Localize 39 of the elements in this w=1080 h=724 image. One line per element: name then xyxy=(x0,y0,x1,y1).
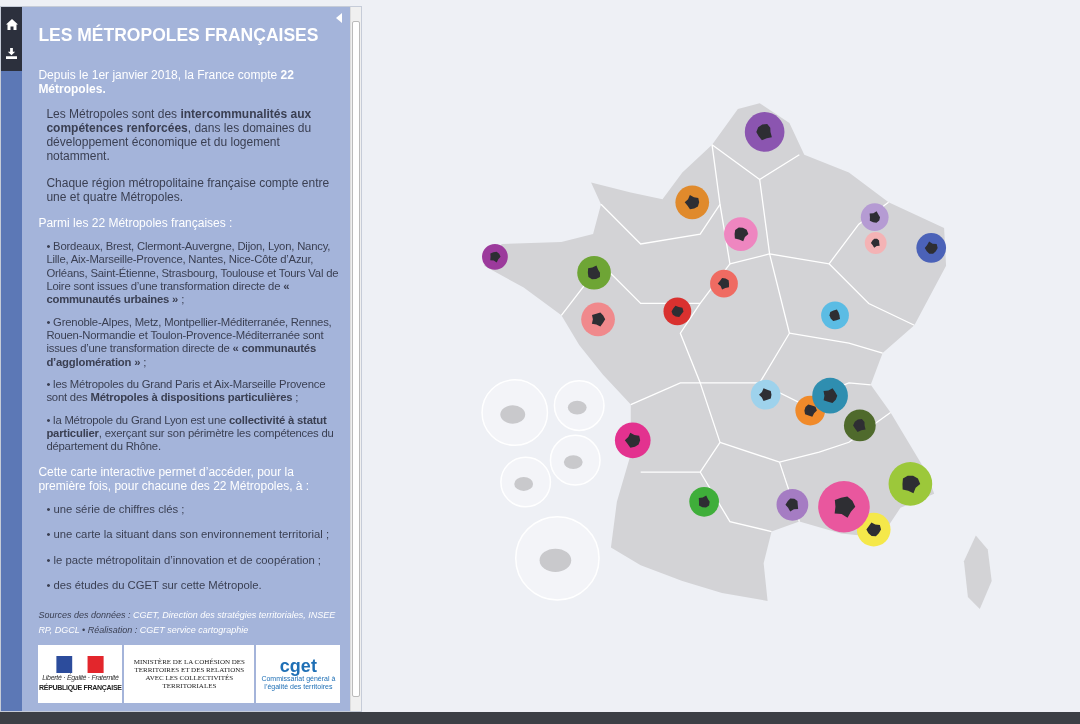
metropole-marker[interactable] xyxy=(776,488,809,521)
access-heading: Cette carte interactive permet d’accéder, pour la première fois, pour chacune des 22 Métropoles, à : xyxy=(38,464,311,493)
paragraph: Les Métropoles sont des intercommunalités aux compétences renforcées, dans les domaines du développement économique et du logement notamment. xyxy=(45,106,313,164)
panel-title: LES MÉTROPOLES FRANÇAISES xyxy=(38,25,320,46)
paragraph: Chaque région métropolitaine française compte entre une et quatre Métropoles. xyxy=(45,175,331,204)
metropole-marker[interactable] xyxy=(710,269,738,298)
metropole-marker[interactable] xyxy=(864,232,887,254)
sources-text: Sources des données : CGET, Direction des stratégies territoriales, INSEE RP, DGCL • Réalisation : CGET service cartographie xyxy=(38,609,337,637)
metropole-marker[interactable] xyxy=(812,377,848,414)
metropole-marker[interactable] xyxy=(663,297,692,326)
list-item: • une carte la situant dans son environnement territorial ; xyxy=(45,528,331,542)
metropole-marker[interactable] xyxy=(843,409,876,442)
list-item: • la Métropole du Grand Lyon est une collectivité à statut particulier, exerçant sur son périmètre les compétences du département du Rhône. xyxy=(45,413,335,454)
metropole-marker[interactable] xyxy=(723,217,758,251)
list-item: • des études du CGET sur cette Métropole. xyxy=(45,578,263,593)
flag-icon xyxy=(56,656,105,674)
metropole-marker[interactable] xyxy=(821,301,849,330)
intro-text: Depuis le 1er janvier 2018, la France compte 22 Métropoles. xyxy=(38,67,295,96)
metropole-marker[interactable] xyxy=(916,233,947,263)
metropole-marker[interactable] xyxy=(818,480,870,533)
home-icon[interactable] xyxy=(5,19,18,30)
list-item: • les Métropoles du Grand Paris et Aix-Marseille Provence sont des Métropoles à dispositions particulières ; xyxy=(45,378,327,405)
metropole-marker[interactable] xyxy=(750,379,781,410)
metropole-marker[interactable] xyxy=(744,112,785,152)
list-item: • le pacte métropolitain d’innovation et de coopération ; xyxy=(45,553,322,567)
metropole-marker[interactable] xyxy=(581,302,615,337)
scrollbar[interactable] xyxy=(350,7,361,711)
metropole-marker[interactable] xyxy=(614,422,651,459)
metropole-marker[interactable] xyxy=(888,462,933,506)
download-icon[interactable] xyxy=(6,48,18,59)
metropole-marker[interactable] xyxy=(577,255,611,290)
metropole-marker[interactable] xyxy=(860,203,889,232)
metropole-marker[interactable] xyxy=(482,244,508,270)
list-item: • une série de chiffres clés ; xyxy=(45,502,186,517)
metropole-marker[interactable] xyxy=(689,486,719,517)
list-item: • Grenoble-Alpes, Metz, Montpellier-Méditerranée, Rennes, Rouen-Normandie et Toulon-Provence-Méditerranée sont issues d’une transformation directe de « communautés d’agglomération » ; xyxy=(45,315,333,369)
list-heading: Parmi les 22 Métropoles françaises : xyxy=(38,215,234,231)
metropole-marker[interactable] xyxy=(675,185,710,220)
list-item: • Bordeaux, Brest, Clermont-Auvergne, Dijon, Lyon, Nancy, Lille, Aix-Marseille-Provence, Nantes, Nice-Côte d’Azur, Orléans, Saint-Étienne, Strasbourg, Toulouse et Tours Val de Loire sont issues d’une transformation directe de « communautés urbaines » ; xyxy=(45,240,340,307)
